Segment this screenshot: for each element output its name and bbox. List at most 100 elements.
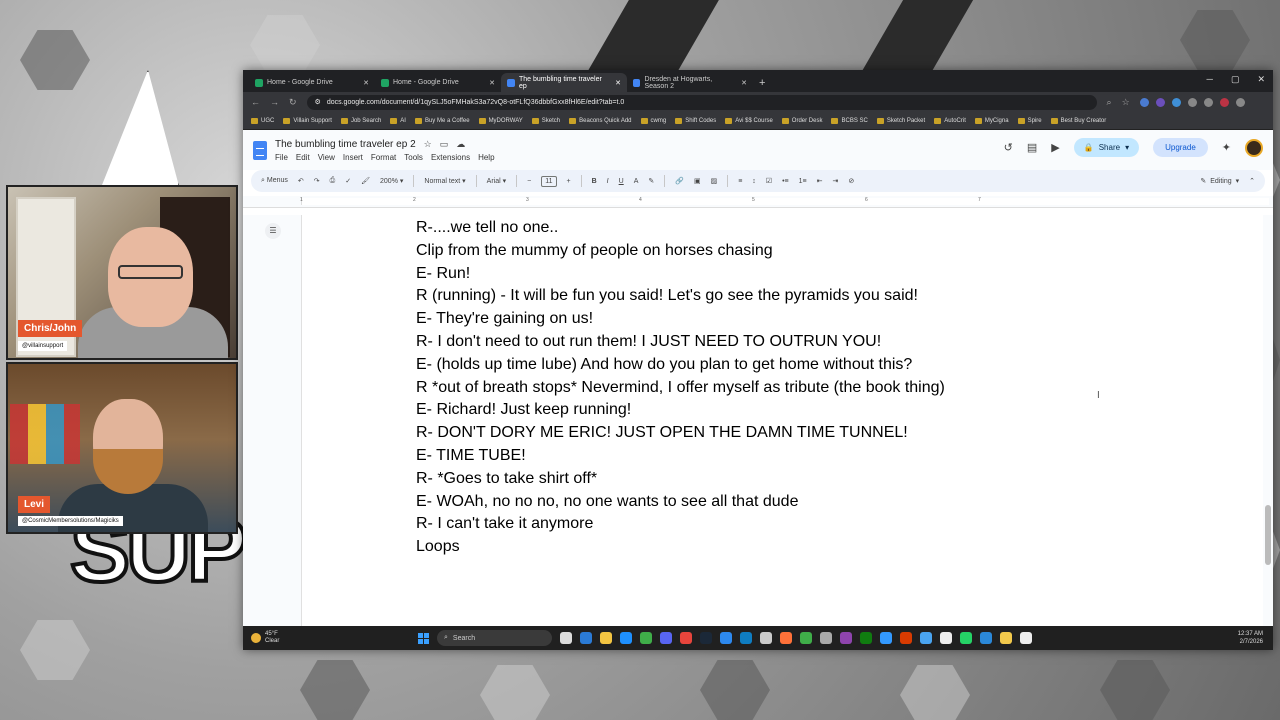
checklist-icon[interactable]: ☑ <box>766 177 772 185</box>
app-icon[interactable] <box>840 632 852 644</box>
style-select[interactable]: Normal text ▾ <box>424 177 465 185</box>
document-line[interactable]: E- WOAh, no no no, no one wants to see a… <box>416 491 945 514</box>
comments-icon[interactable]: ▤ <box>1027 141 1037 154</box>
scrollbar[interactable] <box>1265 215 1271 625</box>
document-body[interactable]: R-....we tell no one.. Clip from the mumm… <box>416 217 945 559</box>
new-tab-button[interactable]: + <box>753 77 771 92</box>
paint-format-icon[interactable]: 🖌 <box>361 177 370 185</box>
app-icon[interactable] <box>1020 632 1032 644</box>
redo-icon[interactable]: ↷ <box>314 177 320 185</box>
link-icon[interactable]: 🔗 <box>675 177 684 185</box>
bookmark-item[interactable]: MyDORWAY <box>478 117 523 124</box>
browser-tab-active[interactable]: The bumbling time traveler ep ✕ <box>501 73 627 92</box>
browser-tab[interactable]: Dresden at Hogwarts, Season 2 ✕ <box>627 73 753 92</box>
spellcheck-icon[interactable]: ✓ <box>345 177 351 185</box>
document-line[interactable]: R- I don't need to out run them! I JUST … <box>416 331 945 354</box>
document-line[interactable]: Loops <box>416 536 945 559</box>
chevron-down-icon[interactable]: ▾ <box>1125 143 1129 152</box>
highlight-icon[interactable]: ✎ <box>648 177 654 185</box>
bookmark-item[interactable]: Villain Support <box>283 117 332 124</box>
close-tab-icon[interactable]: ✕ <box>489 79 495 87</box>
italic-icon[interactable]: I <box>607 178 609 185</box>
calculator-icon[interactable] <box>740 632 752 644</box>
menu-format[interactable]: Format <box>371 153 396 162</box>
document-line[interactable]: E- TIME TUBE! <box>416 445 945 468</box>
task-view-icon[interactable] <box>560 632 572 644</box>
document-line[interactable]: E- They're gaining on us! <box>416 308 945 331</box>
document-line[interactable]: E- Run! <box>416 263 945 286</box>
bookmark-item[interactable]: Sketch Packet <box>876 117 925 124</box>
font-size-input[interactable]: 11 <box>541 175 557 187</box>
windows-start-icon[interactable] <box>418 632 429 644</box>
app-icon[interactable] <box>820 632 832 644</box>
document-line[interactable]: R- *Goes to take shirt off* <box>416 468 945 491</box>
numbered-list-icon[interactable]: 1≡ <box>799 178 807 185</box>
bookmark-item[interactable]: AI <box>390 117 406 124</box>
sticky-notes-icon[interactable] <box>1000 632 1012 644</box>
bookmark-item[interactable]: Best Buy Creator <box>1050 117 1106 124</box>
browser-tab[interactable]: Home - Google Drive ✕ <box>249 73 375 92</box>
insert-image-icon[interactable]: ▨ <box>711 177 718 185</box>
document-line[interactable]: R- DON'T DORY ME ERIC! JUST OPEN THE DAM… <box>416 422 945 445</box>
docs-logo-icon[interactable] <box>253 140 267 160</box>
document-line[interactable]: Clip from the mummy of people on horses … <box>416 240 945 263</box>
menu-edit[interactable]: Edit <box>296 153 310 162</box>
undo-icon[interactable]: ↶ <box>298 177 304 185</box>
menu-icon[interactable] <box>1235 97 1245 107</box>
steam-icon[interactable] <box>700 632 712 644</box>
bookmark-item[interactable]: UGC <box>251 117 274 124</box>
editing-mode-select[interactable]: ✎ Editing ▾ <box>1200 177 1239 186</box>
menu-view[interactable]: View <box>318 153 335 162</box>
document-title[interactable]: The bumbling time traveler ep 2 <box>275 139 416 150</box>
firefox-icon[interactable] <box>780 632 792 644</box>
bookmark-item[interactable]: Job Search <box>340 117 381 124</box>
document-line[interactable]: R- I can't take it anymore <box>416 513 945 536</box>
app-icon[interactable] <box>640 632 652 644</box>
system-clock[interactable]: 12:37 AM 2/7/2026 <box>1238 630 1263 646</box>
add-comment-icon[interactable]: ▣ <box>694 177 701 185</box>
move-folder-icon[interactable]: ▭ <box>440 139 449 150</box>
zoom-select[interactable]: 200% ▾ <box>380 177 403 185</box>
calendar-icon[interactable] <box>720 632 732 644</box>
align-icon[interactable]: ≡ <box>738 178 742 185</box>
discord-icon[interactable] <box>660 632 672 644</box>
file-explorer-icon[interactable] <box>600 632 612 644</box>
taskbar-search[interactable]: ⌕ Search <box>437 630 552 646</box>
bold-icon[interactable]: B <box>592 178 597 185</box>
bookmark-item[interactable]: Avi $$ Course <box>725 117 773 124</box>
close-tab-icon[interactable]: ✕ <box>363 79 369 87</box>
bookmark-item[interactable]: Spire <box>1017 117 1042 124</box>
app-icon[interactable] <box>760 632 772 644</box>
menu-file[interactable]: File <box>275 153 288 162</box>
text-color-icon[interactable]: A <box>634 178 639 185</box>
xbox-icon[interactable] <box>860 632 872 644</box>
bookmark-item[interactable]: AutoCrit <box>934 117 966 124</box>
document-line[interactable]: R *out of breath stops* Nevermind, I off… <box>416 377 945 400</box>
site-info-icon[interactable]: ⚙ <box>315 98 321 106</box>
chrome-icon[interactable] <box>680 632 692 644</box>
menu-tools[interactable]: Tools <box>404 153 423 162</box>
print-icon[interactable]: ⎙ <box>330 177 336 185</box>
capcut-icon[interactable] <box>940 632 952 644</box>
bookmark-star-icon[interactable]: ☆ <box>1122 97 1130 108</box>
extensions-puzzle-icon[interactable] <box>1187 97 1197 107</box>
document-line[interactable]: R (running) - It will be fun you said! L… <box>416 285 945 308</box>
browser-tab[interactable]: Home - Google Drive ✕ <box>375 73 501 92</box>
bookmark-item[interactable]: cwmg <box>640 117 666 124</box>
extension-icon[interactable] <box>1171 97 1181 107</box>
document-line[interactable]: E- Richard! Just keep running! <box>416 399 945 422</box>
zoom-icon[interactable]: ⌕ <box>1107 97 1112 108</box>
decrease-indent-icon[interactable]: ⇤ <box>817 177 823 185</box>
meet-icon[interactable]: ▶ <box>1051 141 1059 154</box>
scrollbar-thumb[interactable] <box>1265 505 1271 565</box>
increase-font-icon[interactable]: + <box>567 178 571 185</box>
minimize-icon[interactable]: ─ <box>1207 74 1213 85</box>
collapse-toolbar-icon[interactable]: ⌃ <box>1249 177 1255 185</box>
gemini-icon[interactable]: ✦ <box>1222 141 1231 154</box>
search-menus-button[interactable]: ⌕ Menus <box>261 177 288 185</box>
avatar[interactable] <box>1245 138 1263 157</box>
bookmark-item[interactable]: Beacons Quick Add <box>569 117 632 124</box>
bookmark-item[interactable]: BCBS SC <box>831 117 868 124</box>
sidebar-icon[interactable] <box>1203 97 1213 107</box>
star-icon[interactable]: ☆ <box>424 139 432 150</box>
